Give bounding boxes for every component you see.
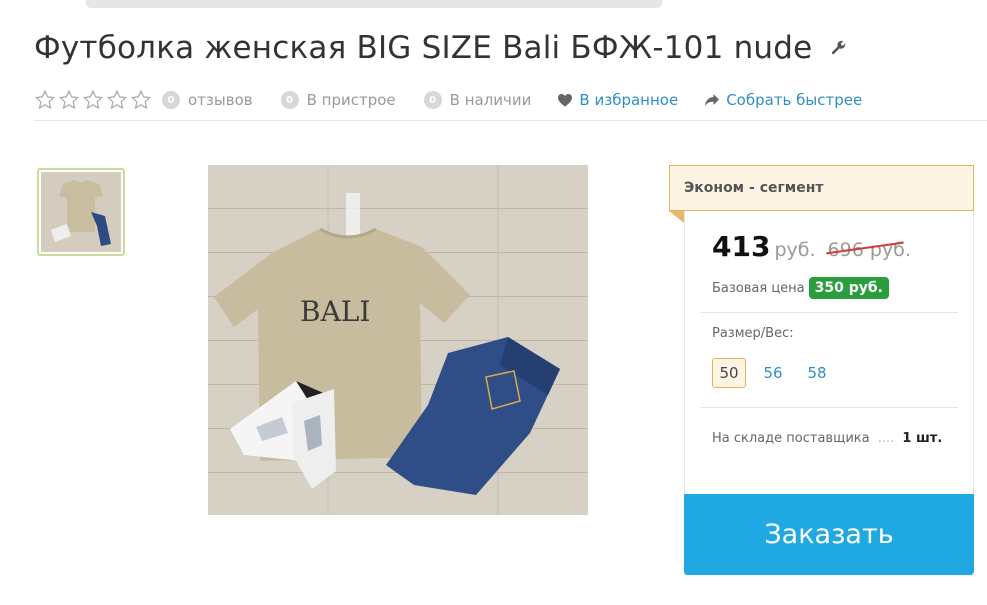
- stock-count-badge: 0: [423, 91, 442, 109]
- size-option-50[interactable]: 50: [712, 358, 746, 388]
- stock-leader-dots: ....: [877, 431, 895, 446]
- header-divider: [34, 120, 987, 121]
- favorites-label[interactable]: В избранное: [579, 91, 678, 109]
- share-arrow-icon: [705, 94, 720, 106]
- size-options: 50 56 58: [712, 358, 834, 388]
- base-price-label: Базовая цена: [712, 280, 805, 296]
- star-outline-icon[interactable]: [34, 89, 56, 111]
- rating-stars[interactable]: [34, 89, 152, 111]
- collect-faster-label[interactable]: Собрать быстрее: [726, 91, 862, 109]
- reviews-count[interactable]: 0 отзывов: [162, 91, 253, 109]
- reviews-count-badge: 0: [162, 91, 180, 109]
- panel-divider: [700, 312, 958, 313]
- product-photo-illustration: BALI: [208, 165, 588, 515]
- thumbnail-image: [41, 172, 121, 252]
- star-outline-icon[interactable]: [106, 89, 128, 111]
- shirt-print-text: BALI: [300, 295, 370, 328]
- star-outline-icon[interactable]: [130, 89, 152, 111]
- segment-label: Эконом - сегмент: [684, 180, 824, 196]
- size-option-58[interactable]: 58: [800, 358, 834, 388]
- panel-divider: [700, 407, 958, 408]
- supplier-stock-row: На складе поставщика .... 1 шт.: [712, 431, 942, 446]
- pristroy-label: В пристрое: [306, 91, 396, 109]
- old-price: 696 руб.: [825, 239, 911, 261]
- add-to-favorites-link[interactable]: В избранное: [557, 91, 678, 109]
- size-label: Размер/Вес:: [712, 326, 794, 341]
- wrench-icon[interactable]: [830, 39, 848, 57]
- title-row: Футболка женская BIG SIZE Bali БФЖ-101 n…: [34, 30, 848, 66]
- top-scrollbar[interactable]: [86, 0, 662, 8]
- product-meta-row: 0 отзывов 0 В пристрое 0 В наличии В изб…: [34, 86, 862, 114]
- base-price-row: Базовая цена 350 руб.: [712, 277, 889, 299]
- current-price: 413: [712, 230, 771, 263]
- order-button[interactable]: Заказать: [684, 494, 974, 575]
- heart-icon: [558, 94, 573, 107]
- supplier-stock-qty: 1 шт.: [902, 431, 943, 446]
- supplier-stock-label: На складе поставщика: [712, 431, 870, 446]
- product-main-photo[interactable]: BALI: [208, 165, 588, 515]
- segment-ribbon-fold: [669, 211, 684, 223]
- page-title: Футболка женская BIG SIZE Bali БФЖ-101 n…: [34, 30, 813, 66]
- collect-faster-link[interactable]: Собрать быстрее: [704, 91, 862, 109]
- price-currency: руб.: [774, 239, 816, 261]
- size-option-56[interactable]: 56: [756, 358, 790, 388]
- stock-label: В наличии: [449, 91, 532, 109]
- star-outline-icon[interactable]: [82, 89, 104, 111]
- star-outline-icon[interactable]: [58, 89, 80, 111]
- product-thumbnail[interactable]: [37, 168, 125, 256]
- order-button-label: Заказать: [764, 519, 894, 550]
- reviews-label: отзывов: [188, 91, 253, 109]
- stock-status: 0 В наличии: [423, 91, 532, 109]
- pristroy-status: 0 В пристрое: [280, 91, 396, 109]
- pristroy-count-badge: 0: [280, 91, 299, 109]
- price-row: 413 руб. 696 руб.: [712, 230, 911, 263]
- base-price-badge: 350 руб.: [808, 277, 889, 299]
- segment-header: Эконом - сегмент: [669, 165, 974, 211]
